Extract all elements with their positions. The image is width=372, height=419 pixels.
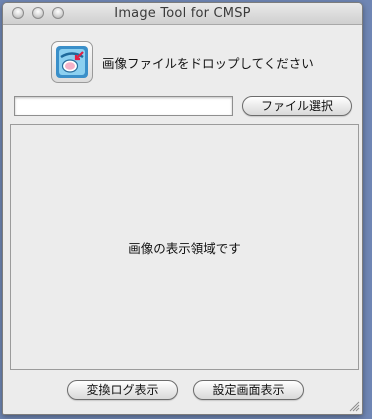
app-window: Image Tool for CMSP 画像ファイルをドロップしてください ファ… xyxy=(2,2,363,415)
drop-zone[interactable]: 画像ファイルをドロップしてください xyxy=(51,39,314,85)
resize-grip-icon[interactable] xyxy=(349,401,360,412)
drop-instruction-label: 画像ファイルをドロップしてください xyxy=(102,55,314,71)
image-display-area: 画像の表示領域です xyxy=(10,124,359,370)
show-settings-button[interactable]: 設定画面表示 xyxy=(193,380,304,400)
title-bar[interactable]: Image Tool for CMSP xyxy=(3,3,362,25)
window-title: Image Tool for CMSP xyxy=(114,6,251,21)
file-path-input[interactable] xyxy=(14,96,233,116)
show-conversion-log-button[interactable]: 変換ログ表示 xyxy=(67,380,178,400)
display-placeholder-text: 画像の表示領域です xyxy=(128,240,241,256)
image-tool-app-icon xyxy=(51,41,93,83)
file-select-button[interactable]: ファイル選択 xyxy=(242,96,352,116)
